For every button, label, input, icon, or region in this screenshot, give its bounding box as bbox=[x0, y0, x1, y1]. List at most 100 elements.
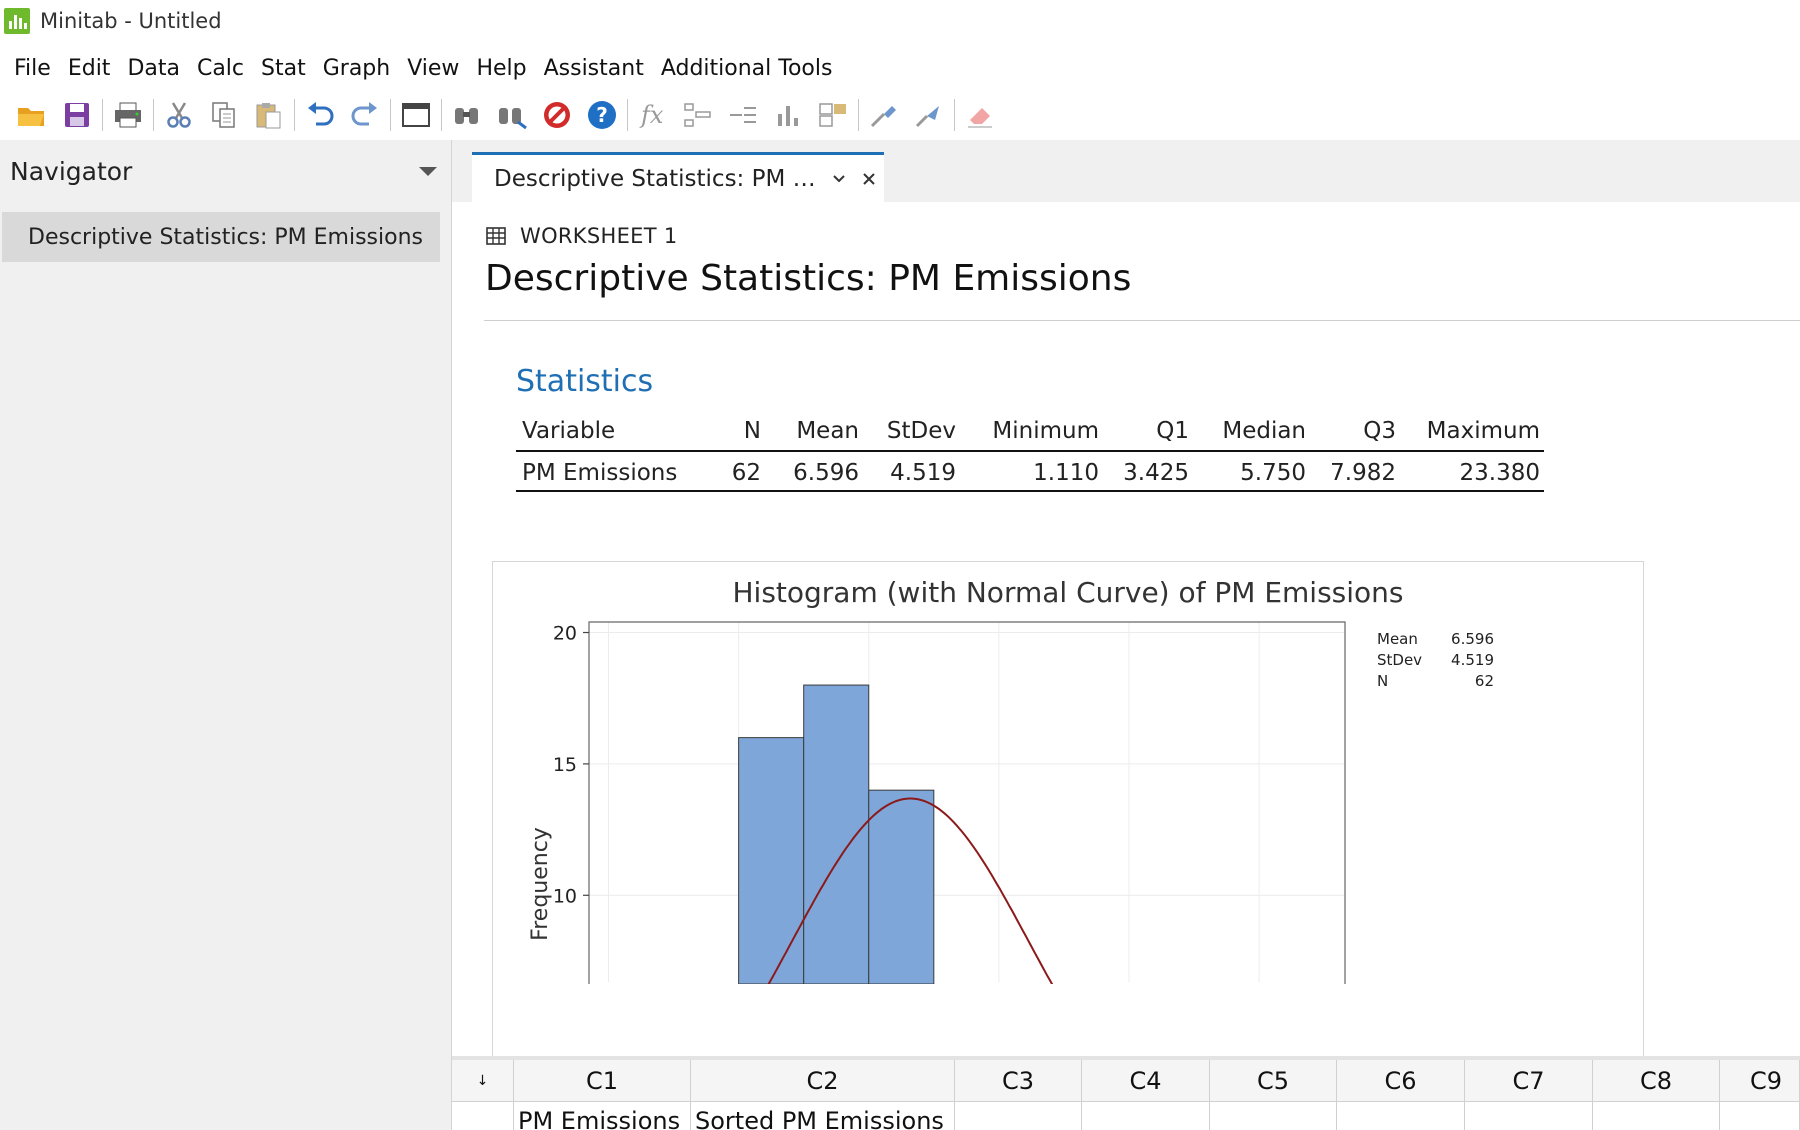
column-header-c1[interactable]: C1 bbox=[514, 1060, 691, 1102]
column-name-c7[interactable] bbox=[1465, 1102, 1593, 1130]
column-header-c5[interactable]: C5 bbox=[1210, 1060, 1337, 1102]
help-icon[interactable]: ? bbox=[582, 95, 622, 135]
menu-view[interactable]: View bbox=[407, 56, 459, 81]
y-tick-label: 10 bbox=[553, 885, 577, 907]
histogram-svg: Histogram (with Normal Curve) of PM Emis… bbox=[528, 576, 1494, 984]
chart-title: Histogram (with Normal Curve) of PM Emis… bbox=[732, 576, 1403, 609]
column-header-c7[interactable]: C7 bbox=[1465, 1060, 1593, 1102]
header-n: N bbox=[706, 414, 761, 452]
y-axis-label: Frequency bbox=[528, 827, 553, 941]
legend-key: StDev bbox=[1377, 651, 1422, 669]
legend-key: N bbox=[1377, 672, 1388, 690]
column-header-c3[interactable]: C3 bbox=[955, 1060, 1082, 1102]
minitab-logo-icon bbox=[4, 8, 30, 34]
y-tick-label: 20 bbox=[553, 623, 577, 645]
menu-file[interactable]: File bbox=[14, 56, 51, 81]
menu-data[interactable]: Data bbox=[127, 56, 180, 81]
histogram-bar bbox=[803, 684, 870, 984]
cut-icon[interactable] bbox=[159, 95, 199, 135]
column-header-c4[interactable]: C4 bbox=[1082, 1060, 1210, 1102]
statistics-table: Variable N Mean StDev Minimum Q1 Median … bbox=[516, 414, 1544, 492]
menu-bar: File Edit Data Calc Stat Graph View Help… bbox=[0, 50, 849, 86]
menu-edit[interactable]: Edit bbox=[68, 56, 111, 81]
normal-curve bbox=[767, 797, 1054, 984]
eraser-icon[interactable] bbox=[960, 95, 1000, 135]
sort-arrow-icon[interactable]: ↓ bbox=[452, 1060, 514, 1102]
header-q3: Q3 bbox=[1306, 414, 1396, 452]
header-mean: Mean bbox=[761, 414, 859, 452]
row-label-cell bbox=[452, 1102, 514, 1130]
menu-additional-tools[interactable]: Additional Tools bbox=[661, 56, 833, 81]
cell-q1: 3.425 bbox=[1099, 451, 1189, 492]
brush-icon[interactable] bbox=[864, 95, 904, 135]
output-title: Descriptive Statistics: PM Emissions bbox=[485, 258, 1132, 299]
histogram-chart[interactable]: Histogram (with Normal Curve) of PM Emis… bbox=[492, 561, 1644, 1056]
tab-descriptive-statistics[interactable]: Descriptive Statistics: PM E... bbox=[472, 152, 884, 202]
menu-help[interactable]: Help bbox=[476, 56, 526, 81]
cell-minimum: 1.110 bbox=[956, 451, 1099, 492]
column-header-c8[interactable]: C8 bbox=[1593, 1060, 1720, 1102]
navigator-dropdown-icon[interactable] bbox=[417, 164, 439, 178]
menu-calc[interactable]: Calc bbox=[197, 56, 244, 81]
header-stdev: StDev bbox=[859, 414, 956, 452]
navigator-item[interactable]: Descriptive Statistics: PM Emissions bbox=[2, 212, 440, 262]
column-name-c3[interactable] bbox=[955, 1102, 1082, 1130]
worksheet-reference: WORKSHEET 1 bbox=[486, 224, 677, 248]
cancel-icon[interactable] bbox=[537, 95, 577, 135]
arrange-icon[interactable] bbox=[813, 95, 853, 135]
column-name-c4[interactable] bbox=[1082, 1102, 1210, 1130]
header-q1: Q1 bbox=[1099, 414, 1189, 452]
cell-mean: 6.596 bbox=[761, 451, 859, 492]
section-title: Statistics bbox=[516, 364, 654, 399]
legend-key: Mean bbox=[1377, 630, 1418, 648]
redo-icon[interactable] bbox=[345, 95, 385, 135]
tree-icon[interactable] bbox=[678, 95, 718, 135]
column-name-c9[interactable] bbox=[1720, 1102, 1800, 1130]
title-bar: Minitab - Untitled bbox=[0, 0, 1800, 42]
worksheet-header-row: ↓ C1 C2 C3 C4 C5 C6 C7 C8 C9 bbox=[452, 1060, 1800, 1102]
table-row: PM Emissions 62 6.596 4.519 1.110 3.425 … bbox=[516, 451, 1544, 492]
cell-maximum: 23.380 bbox=[1396, 451, 1544, 492]
menu-assistant[interactable]: Assistant bbox=[544, 56, 644, 81]
column-name-c2[interactable]: Sorted PM Emissions bbox=[691, 1102, 955, 1130]
column-name-c8[interactable] bbox=[1593, 1102, 1720, 1130]
column-header-c2[interactable]: C2 bbox=[691, 1060, 955, 1102]
y-tick-label: 15 bbox=[553, 754, 577, 776]
column-header-c6[interactable]: C6 bbox=[1337, 1060, 1465, 1102]
divider bbox=[484, 320, 1800, 321]
tab-strip: Descriptive Statistics: PM E... bbox=[452, 140, 1800, 202]
histogram-bar bbox=[738, 737, 805, 984]
column-name-c5[interactable] bbox=[1210, 1102, 1337, 1130]
column-name-c1[interactable]: PM Emissions bbox=[514, 1102, 691, 1130]
worksheet-names-row: PM Emissions Sorted PM Emissions bbox=[452, 1102, 1800, 1130]
window-title: Minitab - Untitled bbox=[40, 9, 222, 33]
menu-stat[interactable]: Stat bbox=[261, 56, 306, 81]
save-icon[interactable] bbox=[57, 95, 97, 135]
header-variable: Variable bbox=[516, 414, 706, 452]
select-icon[interactable] bbox=[909, 95, 949, 135]
find-icon[interactable] bbox=[447, 95, 487, 135]
close-icon[interactable] bbox=[854, 171, 884, 187]
grid-icon bbox=[486, 227, 506, 245]
window-icon[interactable] bbox=[396, 95, 436, 135]
print-icon[interactable] bbox=[108, 95, 148, 135]
menu-graph[interactable]: Graph bbox=[323, 56, 390, 81]
cell-q3: 7.982 bbox=[1306, 451, 1396, 492]
column-header-c9[interactable]: C9 bbox=[1720, 1060, 1800, 1102]
paste-icon[interactable] bbox=[249, 95, 289, 135]
branch-icon[interactable] bbox=[723, 95, 763, 135]
worksheet-grid: ↓ C1 C2 C3 C4 C5 C6 C7 C8 C9 PM Emission… bbox=[452, 1056, 1800, 1130]
table-header-row: Variable N Mean StDev Minimum Q1 Median … bbox=[516, 414, 1544, 452]
header-median: Median bbox=[1189, 414, 1306, 452]
copy-icon[interactable] bbox=[204, 95, 244, 135]
column-name-c6[interactable] bbox=[1337, 1102, 1465, 1130]
formula-icon[interactable]: fx bbox=[633, 95, 673, 135]
histogram-bar bbox=[868, 789, 935, 984]
undo-icon[interactable] bbox=[300, 95, 340, 135]
header-maximum: Maximum bbox=[1396, 414, 1544, 452]
chevron-down-icon[interactable] bbox=[824, 173, 854, 185]
open-icon[interactable] bbox=[12, 95, 52, 135]
find-replace-icon[interactable] bbox=[492, 95, 532, 135]
legend-value: 6.596 bbox=[1451, 630, 1494, 648]
bar-icon[interactable] bbox=[768, 95, 808, 135]
